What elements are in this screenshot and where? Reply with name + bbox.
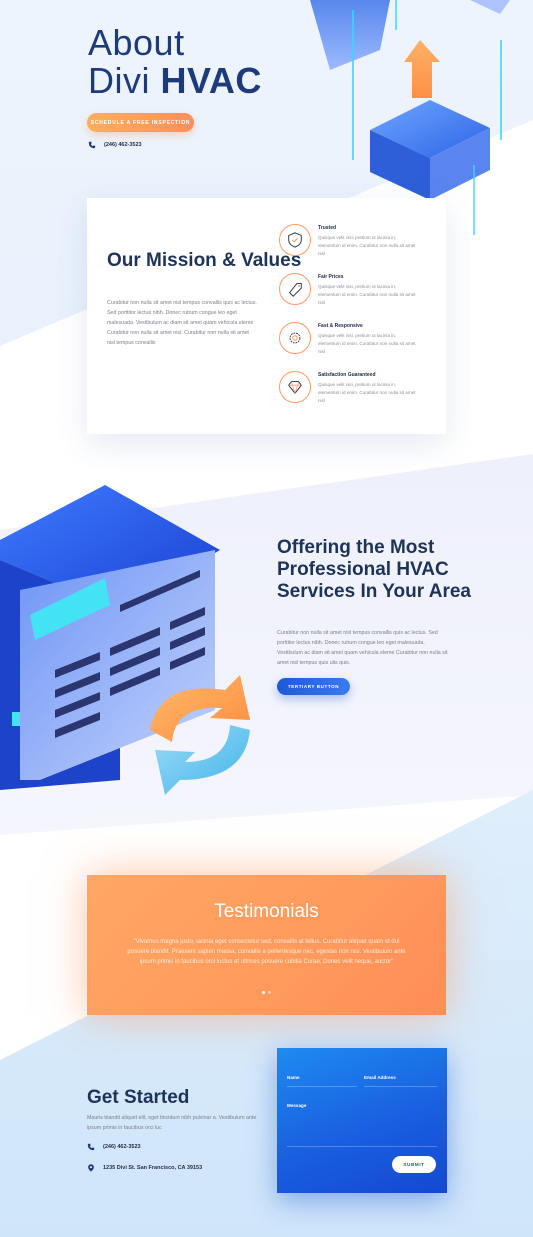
- feature-title: Satisfaction Guaranteed: [318, 372, 376, 378]
- contact-phone-row: (246) 462-3523: [87, 1143, 141, 1151]
- hero-title-line2: Divi HVAC: [88, 62, 262, 100]
- price-tag-icon: [279, 273, 311, 305]
- name-field[interactable]: [287, 1086, 357, 1087]
- feature-title: Fair Prices: [318, 274, 344, 280]
- mission-card: Our Mission & Values Curabitur non nulla…: [87, 198, 446, 434]
- feature-fast-responsive: Fast & Responsive Quisque velit nisi, pr…: [279, 322, 419, 362]
- testimonial-quote: "Vivamus magna justo, lacinia eget conse…: [127, 939, 406, 965]
- feature-description: Quisque velit nisi, pretium ut lacinia i…: [318, 333, 416, 354]
- mission-body: Curabitur non nulla sit amet nisl tempus…: [107, 300, 257, 346]
- diamond-icon: [279, 371, 311, 403]
- hero-title: About Divi HVAC: [88, 24, 262, 100]
- feature-description: Quisque velit nisi, pretium ut lacinia i…: [318, 235, 416, 256]
- name-field-label: Name: [287, 1075, 300, 1080]
- feature-title: Fast & Responsive: [318, 323, 363, 329]
- carousel-dot-active[interactable]: [262, 991, 265, 994]
- offering-title: Offering the Most Professional HVAC Serv…: [277, 537, 471, 602]
- feature-title: Trusted: [318, 225, 337, 231]
- email-field[interactable]: [364, 1086, 437, 1087]
- testimonials-title: Testimonials: [214, 901, 319, 922]
- email-field-label: Email Address: [364, 1075, 396, 1080]
- hero-phone-number[interactable]: (246) 462-3523: [104, 142, 142, 148]
- feature-description: Quisque velit nisi, pretium ut lacinia i…: [318, 382, 416, 403]
- hero-title-prefix: Divi: [88, 60, 150, 101]
- message-field[interactable]: [287, 1146, 437, 1147]
- hero-phone-row: (246) 462-3523: [88, 141, 142, 149]
- feature-trusted: Trusted Quisque velit nisi, pretium ut l…: [279, 224, 419, 264]
- hero-title-line1: About: [88, 22, 185, 63]
- mission-title: Our Mission & Values: [107, 250, 302, 271]
- get-started-title: Get Started: [87, 1087, 190, 1108]
- schedule-inspection-button[interactable]: SCHEDULE A FREE INSPECTION: [87, 113, 194, 132]
- get-started-body: Mauris blandit aliquet elit, eget tincid…: [87, 1115, 257, 1131]
- carousel-dot[interactable]: [268, 991, 271, 994]
- contact-phone-number[interactable]: (246) 462-3523: [103, 1144, 141, 1150]
- submit-button[interactable]: SUBMIT: [392, 1156, 436, 1173]
- contact-form: Name Email Address Message SUBMIT: [277, 1048, 447, 1193]
- feature-description: Quisque velit nisi, pretium ut lacinia i…: [318, 284, 416, 305]
- feature-fair-prices: Fair Prices Quisque velit nisi, pretium …: [279, 273, 419, 313]
- tertiary-button[interactable]: TERTIARY BUTTON: [277, 678, 350, 695]
- hero-title-strong: HVAC: [160, 60, 262, 101]
- contact-address-row: 1235 Divi St. San Francisco, CA 39153: [87, 1164, 202, 1172]
- phone-icon: [88, 141, 96, 149]
- ac-unit-illustration: [0, 485, 250, 795]
- phone-icon: [87, 1143, 95, 1151]
- map-pin-icon: [88, 1164, 94, 1172]
- shield-icon: [279, 224, 311, 256]
- feature-satisfaction: Satisfaction Guaranteed Quisque velit ni…: [279, 371, 419, 411]
- testimonials-section: Testimonials "Vivamus magna justo, lacin…: [87, 875, 446, 1015]
- message-field-label: Message: [287, 1103, 307, 1108]
- offering-body: Curabitur non nulla sit amet nisl tempus…: [277, 630, 448, 666]
- contact-address: 1235 Divi St. San Francisco, CA 39153: [103, 1165, 203, 1171]
- gear-icon: [279, 322, 311, 354]
